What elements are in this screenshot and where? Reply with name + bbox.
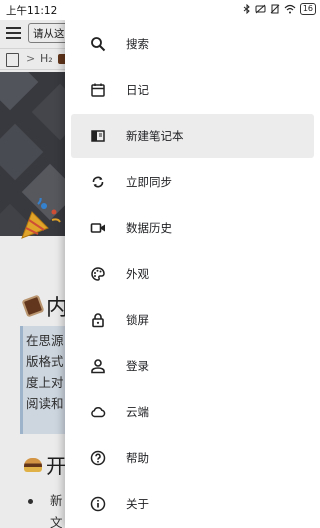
menu-item-appearance[interactable]: 外观: [71, 252, 314, 296]
menu-item-search[interactable]: 搜索: [71, 22, 314, 66]
side-drawer: 搜索 日记 新建笔记本 立即同步 数据历史 外观 锁屏 登录 云端 帮助 关于: [65, 20, 320, 528]
menu-item-label: 数据历史: [126, 221, 172, 235]
menu-item-login[interactable]: 登录: [71, 344, 314, 388]
sync-icon: [90, 174, 106, 190]
menu-item-data-history[interactable]: 数据历史: [71, 206, 314, 250]
palette-icon: [90, 266, 106, 282]
menu-item-label: 新建笔记本: [126, 129, 184, 143]
cloud-icon: [90, 404, 106, 420]
menu-item-label: 关于: [126, 497, 149, 511]
bluetooth-icon: [243, 4, 250, 14]
status-icons: 16: [243, 3, 316, 15]
menu-item-label: 日记: [126, 83, 149, 97]
help-icon: [90, 450, 106, 466]
menu-item-label: 登录: [126, 359, 149, 373]
menu-item-new-notebook[interactable]: 新建笔记本: [71, 114, 314, 158]
menu-item-sync[interactable]: 立即同步: [71, 160, 314, 204]
menu-item-label: 外观: [126, 267, 149, 281]
menu-item-label: 云端: [126, 405, 149, 419]
wifi-icon: [284, 4, 296, 14]
new-notebook-icon: [90, 128, 106, 144]
search-icon: [90, 36, 106, 52]
menu-item-cloud[interactable]: 云端: [71, 390, 314, 434]
battery-icon: 16: [299, 3, 316, 15]
status-bar: 上午11:12 16: [0, 0, 320, 20]
menu-item-lock-screen[interactable]: 锁屏: [71, 298, 314, 342]
menu-item-label: 立即同步: [126, 175, 172, 189]
info-icon: [90, 496, 106, 512]
menu-item-label: 锁屏: [126, 313, 149, 327]
mute-icon: [255, 4, 266, 14]
status-time: 上午11:12: [6, 5, 58, 17]
video-history-icon: [90, 220, 106, 236]
menu-item-label: 搜索: [126, 37, 149, 51]
menu-item-daily-note[interactable]: 日记: [71, 68, 314, 112]
calendar-icon: [90, 82, 106, 98]
person-icon: [90, 358, 106, 374]
vibrate-off-icon: [270, 4, 280, 14]
lock-icon: [90, 312, 106, 328]
menu-item-help[interactable]: 帮助: [71, 436, 314, 480]
menu-item-about[interactable]: 关于: [71, 482, 314, 526]
menu-item-label: 帮助: [126, 451, 149, 465]
